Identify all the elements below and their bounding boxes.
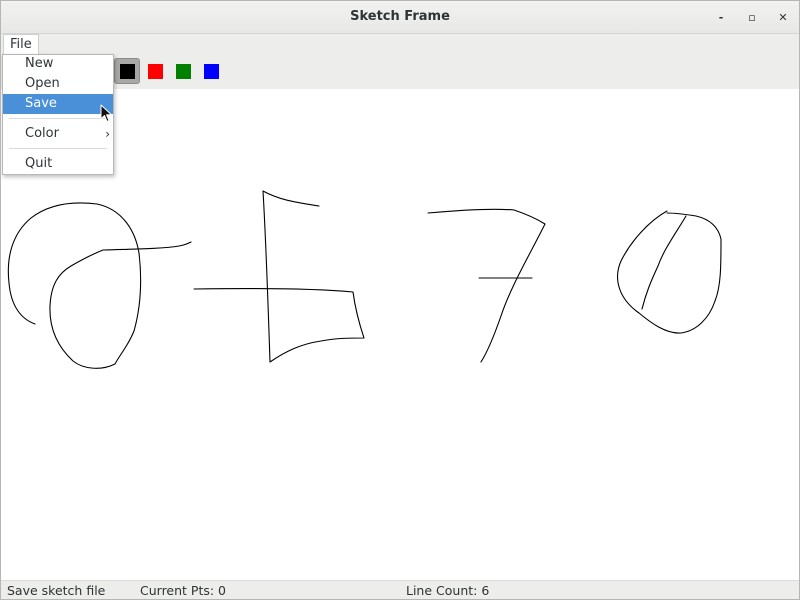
menu-item-color[interactable]: Color ›: [3, 124, 113, 144]
drawing-canvas[interactable]: [1, 89, 799, 579]
menu-item-label: Color: [25, 126, 59, 141]
sketch-stroke: [193, 190, 365, 363]
menu-item-new[interactable]: New: [3, 54, 113, 74]
menu-item-open[interactable]: Open: [3, 74, 113, 94]
menu-item-label: Save: [25, 96, 57, 111]
maximize-button[interactable]: ▫: [742, 8, 762, 26]
title-bar[interactable]: Sketch Frame - ▫ ✕: [1, 1, 799, 34]
status-bar: Save sketch file Current Pts: 0 Line Cou…: [1, 580, 799, 599]
minimize-button[interactable]: -: [711, 8, 731, 26]
sketch-stroke: [7, 202, 192, 369]
menu-item-quit[interactable]: Quit: [3, 154, 113, 174]
menu-item-save[interactable]: Save: [3, 94, 113, 114]
menu-bar: File: [1, 34, 799, 55]
chevron-right-icon: ›: [105, 127, 110, 141]
blue-color-icon: [203, 63, 219, 79]
menu-item-label: New: [25, 56, 54, 71]
menu-separator: [9, 118, 107, 119]
menu-item-label: Open: [25, 76, 60, 91]
file-menu-dropdown: New Open Save Color › Quit: [2, 54, 114, 175]
color-toolbar: [1, 54, 799, 89]
menu-separator: [9, 148, 107, 149]
color-swatch-black[interactable]: [114, 58, 140, 84]
sketch-stroke: [427, 208, 546, 363]
window-title: Sketch Frame: [350, 9, 450, 24]
menu-item-label: Quit: [25, 156, 53, 171]
current-points: Current Pts: 0: [140, 583, 227, 598]
color-swatch-green[interactable]: [170, 58, 196, 84]
color-swatch-blue[interactable]: [198, 58, 224, 84]
sketch-stroke: [641, 215, 687, 310]
green-color-icon: [175, 63, 191, 79]
sketch-strokes: [7, 190, 722, 369]
close-button[interactable]: ✕: [773, 8, 793, 26]
black-color-icon: [119, 63, 135, 79]
status-message: Save sketch file: [7, 583, 106, 598]
menu-file[interactable]: File: [3, 34, 39, 55]
sketch-stroke: [617, 210, 722, 334]
sketch-window: Sketch Frame - ▫ ✕ File Save sketch file…: [0, 0, 800, 600]
mouse-pointer-icon: [100, 104, 112, 122]
red-color-icon: [147, 63, 163, 79]
color-swatch-red[interactable]: [142, 58, 168, 84]
line-count: Line Count: 6: [406, 583, 490, 598]
